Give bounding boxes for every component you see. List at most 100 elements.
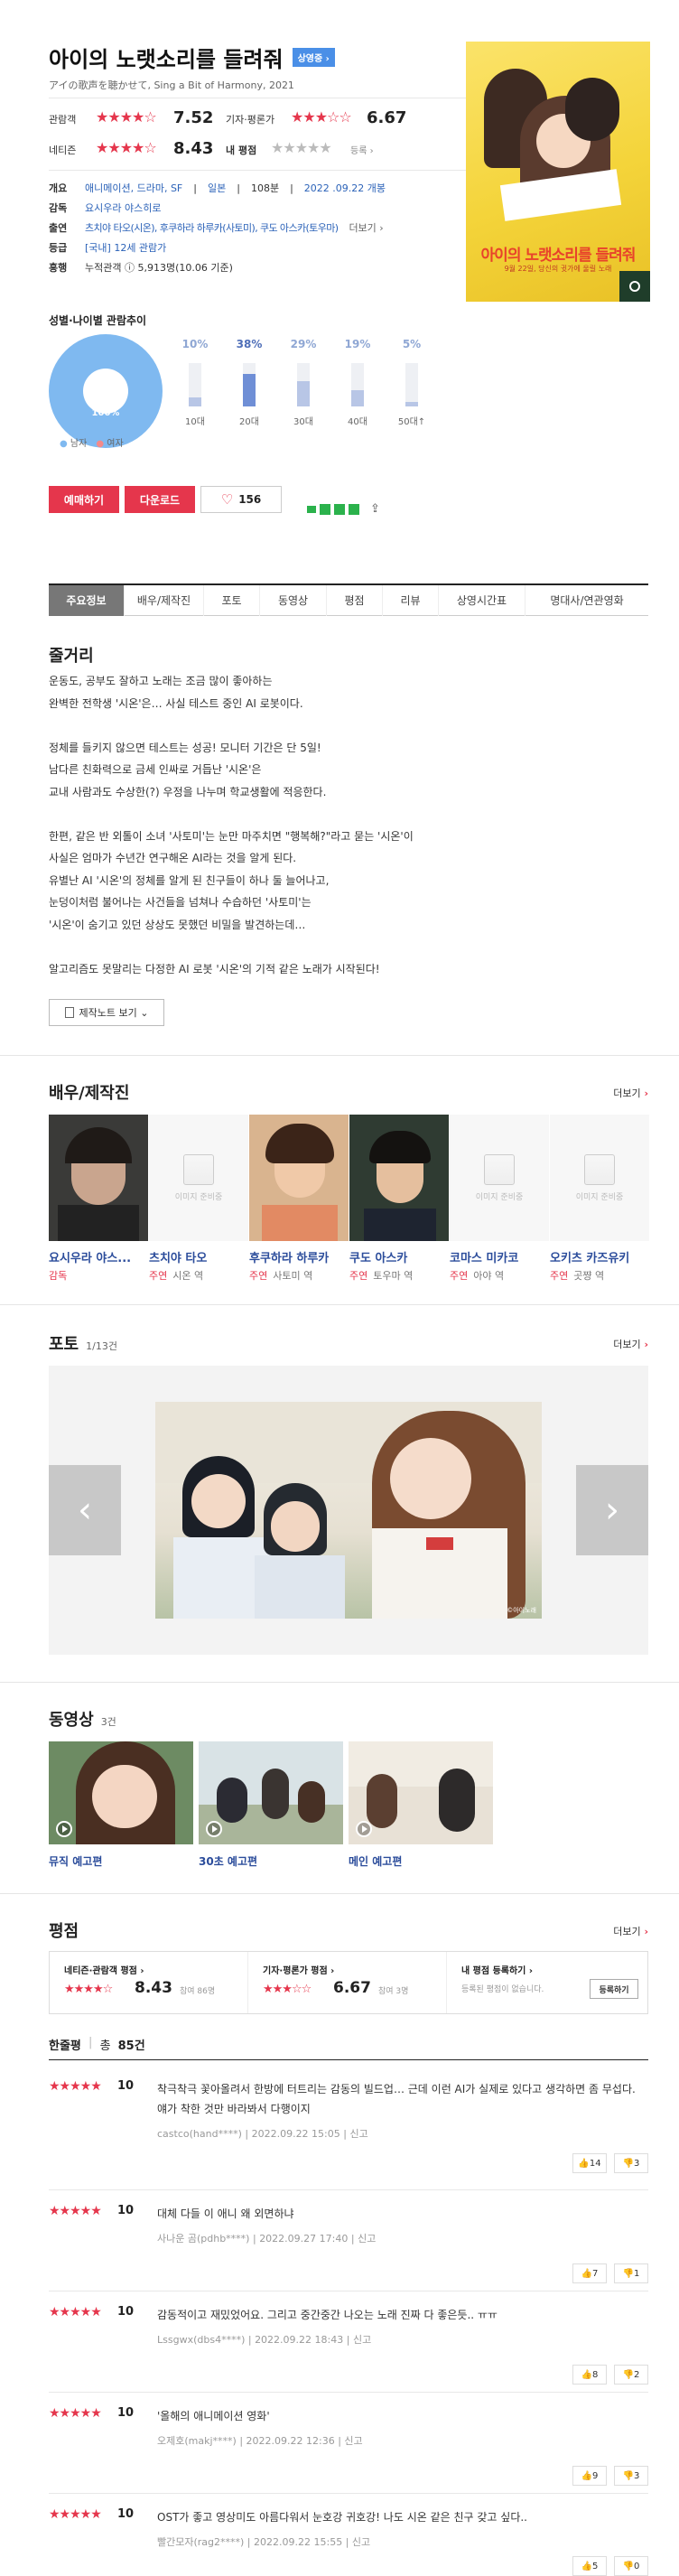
poster-image[interactable]: 아이의 노랫소리를 들려줘 9월 22일, 당신의 귓가에 울릴 노래: [466, 42, 650, 302]
info-country[interactable]: 일본: [208, 179, 226, 199]
like-button[interactable]: ♡ 156: [200, 486, 282, 513]
production-note-button[interactable]: 제작노트 보기 ⌄: [49, 999, 164, 1026]
critic-rating-box[interactable]: 기자·평론가 평점 › ★★★☆☆ 6.67 참여 3명: [248, 1952, 447, 2013]
my-rating-stars[interactable]: ★★★★★: [271, 139, 332, 156]
synopsis-line: [49, 936, 648, 958]
tab-review[interactable]: 리뷰: [383, 585, 439, 616]
thumbs-down-icon: 👎: [622, 2268, 635, 2279]
review-user[interactable]: 오제호(makj****): [157, 2435, 237, 2447]
age-bar-label: 20대: [239, 417, 259, 427]
review-score: 10: [117, 2305, 135, 2319]
cast-card[interactable]: 이미지 준비중 코마스 미카코 주연 아야 역: [450, 1115, 549, 1283]
video-card[interactable]: 30초 예고편: [199, 1741, 343, 1869]
review-like-button[interactable]: 👍 8: [572, 2365, 607, 2385]
poster-zoom-button[interactable]: [619, 271, 650, 302]
review-dislike-button[interactable]: 👎 0: [614, 2556, 648, 2576]
synopsis-line: 교내 사람과도 수상한(?) 우정을 나누며 학교생활에 적응한다.: [49, 785, 327, 798]
review-dislike-button[interactable]: 👎 2: [614, 2365, 648, 2385]
video-card[interactable]: 뮤직 예고편: [49, 1741, 193, 1869]
reserve-button[interactable]: 예매하기: [49, 486, 119, 513]
review-like-button[interactable]: 👍 7: [572, 2263, 607, 2283]
synopsis-line: 한편, 같은 반 외톨이 소녀 '사토미'는 눈만 마주치면 "행복해?"라고 …: [49, 829, 414, 843]
synopsis-line: 완벽한 전학생 '시온'은… 사실 테스트 중인 AI 로봇이다.: [49, 696, 303, 710]
tab-bar: 주요정보 배우/제작진 포토 동영상 평점 리뷰 상영시간표 명대사/연관영화: [49, 583, 648, 616]
review-dislike-button[interactable]: 👎 1: [614, 2263, 648, 2283]
video-card[interactable]: 메인 예고편: [349, 1741, 493, 1869]
review-report-link[interactable]: 신고: [353, 2334, 371, 2346]
review-report-link[interactable]: 신고: [349, 2128, 367, 2140]
info-director[interactable]: 요시우라 야스히로: [85, 199, 161, 219]
tab-photo[interactable]: 포토: [204, 585, 260, 616]
review-total-label: 한줄평: [49, 2039, 81, 2053]
cast-photo: 이미지 준비중: [450, 1115, 549, 1241]
my-rating-box-label[interactable]: 내 평점 등록하기 ›: [461, 1963, 533, 1976]
avatar-placeholder-icon: [484, 1153, 515, 1185]
photo-main-image[interactable]: ©아이노래: [155, 1402, 542, 1619]
tab-video[interactable]: 동영상: [260, 585, 327, 616]
download-button[interactable]: 다운로드: [125, 486, 195, 513]
review-dislike-button[interactable]: 👎 3: [614, 2466, 648, 2486]
blog-icon[interactable]: [307, 505, 316, 513]
age-bar-fill: [243, 374, 256, 406]
review-like-button[interactable]: 👍 14: [572, 2153, 607, 2173]
critic-rating-score: 6.67: [333, 1979, 371, 1997]
heart-icon: ♡: [220, 491, 234, 508]
tab-main-info[interactable]: 주요정보: [49, 585, 125, 616]
review-report-link[interactable]: 신고: [352, 2536, 370, 2548]
cast-more-link[interactable]: 더보기: [613, 1086, 648, 1100]
legend-female: 여자: [107, 439, 124, 449]
tab-rating[interactable]: 평점: [327, 585, 383, 616]
info-cast-more[interactable]: 더보기 ›: [349, 219, 383, 238]
review-text: OST가 좋고 영상미도 아름다워서 눈호강 귀호강! 나도 시온 같은 친구 …: [157, 2511, 527, 2524]
review-user[interactable]: 사나운 곰(pdhb****): [157, 2233, 249, 2245]
cast-card[interactable]: 요시우라 야스... 감독: [49, 1115, 148, 1283]
review-user[interactable]: castco(hand****): [157, 2128, 242, 2140]
cast-card[interactable]: 이미지 준비중 오키츠 카즈유키 주연 곳쨩 역: [550, 1115, 649, 1283]
original-title: アイの歌声を聴かせて, Sing a Bit of Harmony, 2021: [49, 79, 294, 91]
info-release[interactable]: 2022 .09.22 개봉: [304, 179, 386, 199]
photo-prev-button[interactable]: ‹: [49, 1465, 121, 1555]
status-badge[interactable]: 상영중 ›: [292, 48, 335, 67]
review-report-link[interactable]: 신고: [344, 2435, 362, 2447]
cast-card[interactable]: 후쿠하라 하루카 주연 사토미 역: [249, 1115, 349, 1283]
age-bar-fill: [297, 381, 310, 406]
cast-card[interactable]: 쿠도 아스카 주연 토우마 역: [349, 1115, 449, 1283]
band-icon[interactable]: [334, 503, 345, 515]
rating-more-link[interactable]: 더보기: [613, 1924, 648, 1938]
tab-quotes[interactable]: 명대사/연관영화: [526, 585, 648, 616]
tab-showtimes[interactable]: 상영시간표: [439, 585, 526, 616]
review-like-button[interactable]: 👍 9: [572, 2466, 607, 2486]
no-image-label: 이미지 준비중: [475, 1192, 524, 1202]
info-cast[interactable]: 츠치야 타오(시온), 후쿠하라 하루카(사토미), 쿠도 아스카(토우마): [85, 219, 339, 238]
netizen-rating-score: 8.43: [135, 1979, 172, 1997]
netizen-rating-box[interactable]: 네티즌·관람객 평점 › ★★★★☆ 8.43 참여 86명: [50, 1952, 248, 2013]
review-like-button[interactable]: 👍 5: [572, 2556, 607, 2576]
tab-cast[interactable]: 배우/제작진: [125, 585, 204, 616]
naver-icon[interactable]: [320, 503, 330, 515]
cast-role: 감독: [49, 1270, 68, 1282]
audience-stars: ★★★★☆: [96, 108, 157, 126]
video-title: 메인 예고편: [349, 1855, 403, 1868]
cast-card[interactable]: 이미지 준비중 츠치야 타오 주연 시온 역: [149, 1115, 248, 1283]
my-rating-register-link[interactable]: 등록 ›: [350, 143, 374, 156]
info-genre[interactable]: 애니메이션, 드라마, SF: [85, 179, 182, 199]
info-grade[interactable]: [국내] 12세 관람가: [85, 238, 166, 258]
photo-section-title: 포토: [49, 1335, 79, 1354]
audience-label: 관람객: [49, 114, 77, 126]
cast-name: 오키츠 카즈유키: [550, 1252, 630, 1265]
cast-photo: [49, 1115, 148, 1241]
synopsis-text: 운동도, 공부도 잘하고 노래는 조금 많이 좋아하는 완벽한 전학생 '시온'은…: [49, 670, 648, 980]
photo-next-button[interactable]: ›: [576, 1465, 648, 1555]
register-rating-button[interactable]: 등록하기: [590, 1979, 638, 1999]
cafe-icon[interactable]: [349, 503, 359, 515]
review-dislike-button[interactable]: 👎 3: [614, 2153, 648, 2173]
review-user[interactable]: Lssgwx(dbs4****): [157, 2334, 245, 2346]
my-rating-box: 내 평점 등록하기 › 등록된 평점이 없습니다. 등록하기: [447, 1952, 647, 2013]
review-user[interactable]: 빨간모자(rag2****): [157, 2536, 244, 2548]
review-total-count: 85건: [117, 2039, 145, 2053]
photo-more-link[interactable]: 더보기: [613, 1337, 648, 1351]
thumbs-up-icon: 👍: [581, 2268, 593, 2279]
review-text: '올해의 애니메이션 영화': [157, 2410, 270, 2422]
share-icon[interactable]: ⇪: [370, 502, 380, 516]
review-report-link[interactable]: 신고: [358, 2233, 376, 2245]
